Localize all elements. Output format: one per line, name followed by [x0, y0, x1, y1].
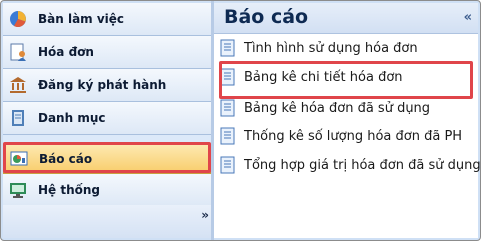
- sidebar-item-label: Hóa đơn: [38, 45, 94, 59]
- sidebar-item-label: Bàn làm việc: [38, 12, 125, 26]
- report-link-label: Tổng hợp giá trị hóa đơn đã sử dụng: [244, 157, 481, 173]
- sidebar-item-he-thong[interactable]: Hệ thống: [3, 174, 211, 207]
- sidebar-item-bao-cao[interactable]: Báo cáo: [3, 144, 211, 174]
- chevron-more-icon[interactable]: »: [201, 208, 209, 222]
- sidebar-item-label: Danh mục: [38, 111, 106, 125]
- report-link-bang-ke-chi-tiet[interactable]: Bảng kê chi tiết hóa đơn: [220, 66, 403, 88]
- sidebar-item-dang-ky-phat-hanh[interactable]: Đăng ký phát hành: [3, 69, 211, 102]
- panel-title: Báo cáo: [224, 6, 309, 28]
- report-link-label: Bảng kê hóa đơn đã sử dụng: [244, 100, 431, 116]
- report-link-thong-ke-so-luong[interactable]: Thống kê số lượng hóa đơn đã PH: [220, 125, 462, 147]
- catalog-book-icon: [7, 107, 29, 129]
- document-icon: [220, 127, 235, 145]
- pie-chart-icon: [7, 8, 29, 30]
- user-document-icon: [7, 41, 29, 63]
- sidebar-item-label: Báo cáo: [39, 152, 93, 166]
- report-link-bang-ke-da-su-dung[interactable]: Bảng kê hóa đơn đã sử dụng: [220, 97, 430, 119]
- panel-header: Báo cáo «: [214, 3, 478, 34]
- sidebar: Bàn làm việc Hóa đơn Đăng ký phát hành D…: [3, 3, 211, 238]
- document-icon: [220, 68, 235, 86]
- sidebar-item-danh-muc[interactable]: Danh mục: [3, 102, 211, 135]
- collapse-icon[interactable]: «: [464, 10, 472, 25]
- app-window: Bàn làm việc Hóa đơn Đăng ký phát hành D…: [0, 0, 481, 241]
- system-monitor-icon: [7, 179, 29, 201]
- document-icon: [220, 156, 235, 174]
- report-link-tinh-hinh-su-dung[interactable]: Tình hình sử dụng hóa đơn: [220, 37, 418, 59]
- report-panel: Báo cáo « Tình hình sử dụng hóa đơn Bảng…: [214, 3, 481, 238]
- report-link-label: Bảng kê chi tiết hóa đơn: [244, 69, 403, 85]
- sidebar-item-ban-lam-viec[interactable]: Bàn làm việc: [3, 3, 211, 36]
- document-icon: [220, 99, 235, 117]
- sidebar-item-hoa-don[interactable]: Hóa đơn: [3, 36, 211, 69]
- sidebar-item-label: Đăng ký phát hành: [38, 78, 167, 92]
- report-link-label: Tình hình sử dụng hóa đơn: [244, 40, 418, 56]
- sidebar-item-label: Hệ thống: [38, 183, 101, 197]
- report-link-tong-hop-gia-tri[interactable]: Tổng hợp giá trị hóa đơn đã sử dụng: [220, 154, 481, 176]
- sidebar-footer: »: [3, 205, 211, 238]
- report-chart-icon: [8, 148, 30, 170]
- bank-building-icon: [7, 74, 29, 96]
- report-link-label: Thống kê số lượng hóa đơn đã PH: [244, 128, 463, 144]
- document-icon: [220, 39, 235, 57]
